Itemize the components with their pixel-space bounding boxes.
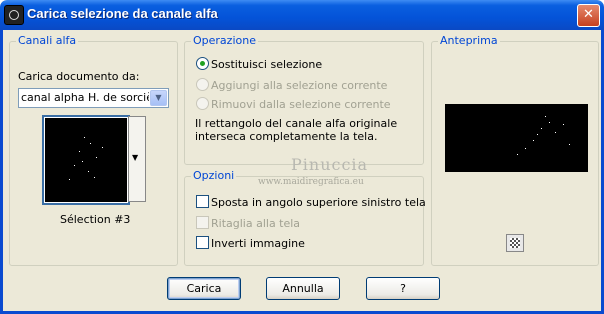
document-select-value: canal alpha H. de sorcières [21,91,149,104]
load-document-label: Carica documento da: [18,70,140,83]
operation-note-line2: interseca completamente la tela. [195,130,378,143]
checkerboard-icon[interactable] [506,234,524,252]
radio-remove-selection[interactable] [196,97,209,110]
radio-replace-selection[interactable] [196,57,209,70]
watermark-url: www.maidiregrafica.eu [258,177,364,187]
preview-image [445,104,588,172]
options-legend: Opzioni [191,169,237,182]
radio-add-selection[interactable] [196,78,209,91]
title-bar[interactable]: Carica selezione da canale alfa ✕ [0,0,604,30]
window-title: Carica selezione da canale alfa [27,6,218,21]
cancel-button[interactable]: Annulla [266,277,340,300]
checkbox-move-top-left[interactable] [196,195,209,208]
remove-selection-label[interactable]: Rimuovi dalla selezione corrente [211,98,391,111]
replace-selection-label[interactable]: Sostituisci selezione [211,58,322,71]
close-button[interactable]: ✕ [577,4,600,27]
channel-thumbnail[interactable] [42,115,130,205]
checkbox-invert-image[interactable] [196,236,209,249]
operation-legend: Operazione [191,34,258,47]
window-border-left [0,30,3,314]
channel-thumbnail-dropdown[interactable]: ▼ [128,116,146,202]
chevron-down-icon[interactable]: ▼ [150,90,167,106]
caret-down-icon: ▼ [132,153,139,162]
alpha-channels-legend: Canali alfa [16,34,79,47]
crop-to-canvas-label[interactable]: Ritaglia alla tela [211,217,300,230]
preview-legend: Anteprima [438,34,500,47]
selection-name: Sélection #3 [60,213,131,226]
document-select[interactable]: canal alpha H. de sorcières ▼ [18,88,169,108]
move-top-left-label[interactable]: Sposta in angolo superiore sinistro tela [211,196,426,209]
add-selection-label[interactable]: Aggiungi alla selezione corrente [211,79,387,92]
app-icon [4,5,24,25]
invert-image-label[interactable]: Inverti immagine [211,237,305,250]
watermark-name: Pinuccia [291,155,369,174]
operation-note-line1: Il rettangolo del canale alfa originale [195,117,398,130]
dialog-window: Carica selezione da canale alfa ✕ Canali… [0,0,604,314]
checkbox-crop-to-canvas[interactable] [196,216,209,229]
help-button[interactable]: ? [366,277,440,300]
load-button[interactable]: Carica [167,277,241,300]
